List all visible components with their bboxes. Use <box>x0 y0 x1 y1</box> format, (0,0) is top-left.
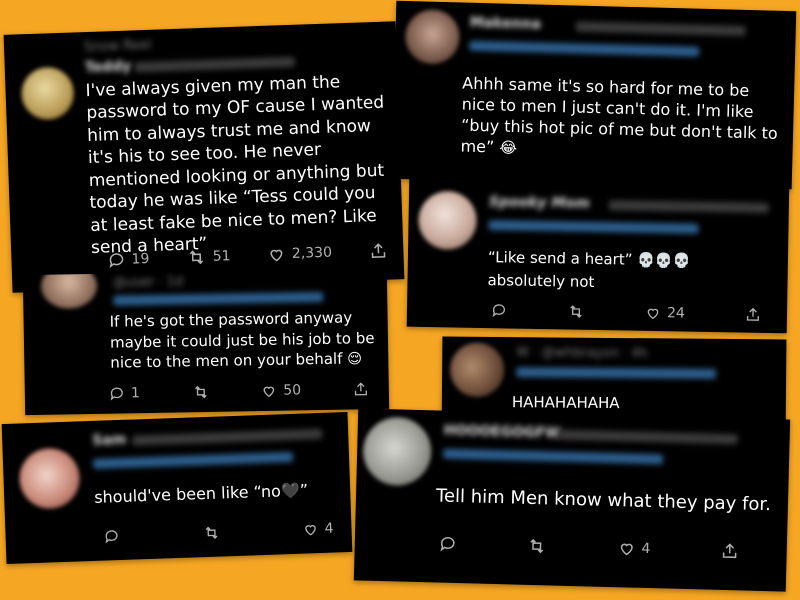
reply-icon <box>109 253 124 269</box>
like-button[interactable]: 50 <box>261 382 301 399</box>
like-button[interactable]: 4 <box>302 520 334 538</box>
heart-icon <box>620 543 633 556</box>
heart-icon <box>270 249 283 262</box>
retweet-icon <box>190 250 204 265</box>
tweet-text: If he's got the password anyway maybe it… <box>109 307 380 375</box>
replying-to <box>469 40 700 57</box>
share-button[interactable] <box>720 542 738 560</box>
tweet-text: should've been like “no🖤” <box>94 479 309 508</box>
reply-count: 1 <box>130 385 140 402</box>
relieved-emoji-icon: 😌 <box>347 351 363 368</box>
replying-to <box>92 451 294 469</box>
reply-button[interactable]: 19 <box>107 250 150 269</box>
author-name[interactable]: Sam <box>92 432 127 449</box>
tweet-card-reply-4[interactable]: Spooky Mom “Like send a heart” 💀💀💀 absol… <box>406 176 790 334</box>
tweet-text: Tell him Men know what they pay for. <box>435 485 772 516</box>
replying-to <box>488 220 699 234</box>
author-handle <box>575 21 746 36</box>
author-handle: W · @whbrayon · 4h <box>516 345 648 362</box>
replying-to <box>443 448 664 465</box>
tweet-text-tail: absolutely not <box>487 271 595 292</box>
tweet-text: I've always given my man the password to… <box>85 72 385 259</box>
share-button[interactable] <box>745 307 761 323</box>
share-button[interactable] <box>353 381 369 397</box>
reply-button[interactable] <box>491 302 507 318</box>
author-handle <box>557 429 738 445</box>
heart-icon <box>305 525 316 536</box>
tweet-card-reply-2[interactable]: Makenna Ahhh same it's so hard for me to… <box>391 0 797 190</box>
author-name[interactable]: HOOOEGOGFW <box>444 423 561 442</box>
collage-background: { "accent": "#f5a623", "card_bg": "#0000… <box>0 0 800 600</box>
like-count: 4 <box>324 520 334 537</box>
author-handle: @user · 1d <box>112 274 184 291</box>
reply-button[interactable]: 1 <box>109 385 140 402</box>
avatar[interactable] <box>418 190 478 250</box>
share-button[interactable] <box>369 242 388 261</box>
retweet-button[interactable]: 51 <box>186 247 231 267</box>
reply-icon <box>440 536 455 552</box>
replying-to <box>113 291 324 306</box>
reply-icon <box>110 387 123 401</box>
retweet-button[interactable] <box>191 384 209 400</box>
tweet-actions: 4 <box>439 535 739 561</box>
tweet-text: HAHAHAHAHA <box>511 393 620 413</box>
skull-emoji-icon: 💀💀💀 <box>637 252 691 270</box>
heart-icon <box>263 386 275 398</box>
author-name[interactable]: Teddy <box>85 58 132 76</box>
reply-icon <box>492 304 506 318</box>
avatar[interactable] <box>40 268 98 309</box>
share-icon <box>354 382 367 396</box>
retweet-icon <box>570 305 582 318</box>
like-count: 24 <box>666 305 686 322</box>
avatar[interactable] <box>449 342 505 398</box>
author-handle <box>608 200 769 213</box>
tweet-actions: 4 <box>103 520 334 545</box>
tweet-text: “Like send a heart” 💀💀💀 absolutely not <box>487 246 778 297</box>
tweet-text: Ahhh same it's so hard for me to be nice… <box>460 73 782 166</box>
black-heart-emoji-icon: 🖤 <box>280 481 301 501</box>
avatar[interactable] <box>404 9 461 65</box>
retweet-count: 51 <box>212 248 231 265</box>
share-icon <box>722 543 737 559</box>
heart-icon <box>647 308 659 320</box>
avatar[interactable] <box>20 66 75 121</box>
like-count: 4 <box>641 540 651 558</box>
retweet-icon <box>205 526 218 539</box>
reply-icon <box>105 530 118 544</box>
tweet-text-main: “Like send a heart” <box>487 248 633 269</box>
author-name[interactable]: Makenna <box>470 15 542 33</box>
tweet-card-main[interactable]: Snow Reel Teddy I've always given my man… <box>3 21 405 293</box>
retweet-icon <box>194 385 207 399</box>
tweet-actions: 24 <box>491 302 761 323</box>
author-handle <box>132 428 323 446</box>
like-count: 2,330 <box>291 244 333 262</box>
reply-button[interactable] <box>103 528 120 545</box>
retweet-button[interactable] <box>202 525 221 542</box>
laughing-emoji-icon: 😂 <box>499 138 518 158</box>
reply-count: 19 <box>131 250 150 268</box>
author-handle <box>134 56 295 73</box>
reply-button[interactable] <box>439 535 457 553</box>
like-button[interactable]: 24 <box>645 305 685 322</box>
tweet-card-reply-7[interactable]: HOOOEGOGFW Tell him Men know what they p… <box>353 408 791 592</box>
replying-to <box>516 367 717 379</box>
tweet-text-main: should've been like “no <box>93 481 282 507</box>
retweet-context: Snow Reel <box>83 37 152 56</box>
retweet-button[interactable] <box>567 303 585 319</box>
retweet-button[interactable] <box>527 537 547 556</box>
share-icon <box>371 243 386 258</box>
tweet-actions: 1 50 <box>109 381 369 402</box>
author-name[interactable]: Spooky Mom <box>489 194 590 212</box>
retweet-icon <box>530 538 544 554</box>
like-button[interactable]: 4 <box>617 539 651 558</box>
share-icon <box>746 307 759 321</box>
like-button[interactable]: 2,330 <box>268 244 333 264</box>
avatar[interactable] <box>362 416 433 487</box>
tweet-text-main: If he's got the password anyway maybe it… <box>109 308 375 373</box>
like-count: 50 <box>283 382 302 399</box>
tweet-card-reply-3[interactable]: @user · 1d If he's got the password anyw… <box>22 268 390 416</box>
tweet-card-reply-6[interactable]: Sam should've been like “no🖤” 4 <box>1 412 353 564</box>
avatar[interactable] <box>18 447 81 510</box>
tweet-text-tail: ” <box>299 480 309 500</box>
